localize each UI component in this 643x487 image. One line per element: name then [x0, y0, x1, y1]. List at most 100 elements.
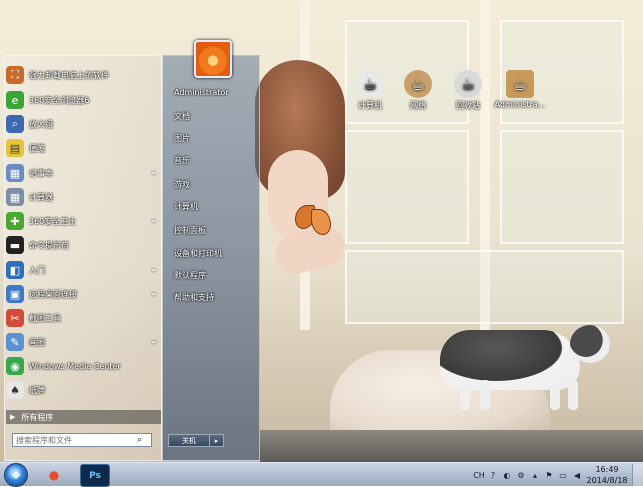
clock-time: 16:49 [595, 465, 619, 474]
shutdown-button[interactable]: 关机 [168, 434, 210, 447]
program-item[interactable]: e 360安全浏览器6 [6, 90, 156, 110]
window-pane [345, 250, 624, 324]
calculator-icon: ▦ [6, 188, 24, 206]
program-label: 截图工具 [29, 313, 61, 323]
network-icon: ☕ [404, 70, 432, 98]
chevron-up-icon[interactable]: ▴ [529, 471, 541, 480]
input-method-indicator[interactable]: CH [473, 471, 485, 480]
submenu-arrow-icon[interactable]: ▸ [152, 266, 156, 274]
taskbar-photoshop[interactable]: Ps [80, 464, 110, 487]
shutdown-control: 关机 ▸ [168, 434, 224, 447]
windows-logo-icon: ❖ [11, 468, 21, 482]
program-label: 记事本 [29, 168, 53, 178]
program-item[interactable]: ⌕ 放大镜 [6, 114, 156, 134]
desktop-icon-network[interactable]: ☕ 网络 [392, 70, 444, 111]
butterfly-icon [295, 205, 331, 237]
program-item[interactable]: ▦ 计算器 [6, 187, 156, 207]
taskbar-media-player[interactable]: ● [40, 464, 68, 485]
program-item[interactable]: ▤ 便笺 [6, 138, 156, 158]
media-center-icon: ◉ [6, 357, 24, 375]
folder-icon: ☕ [506, 70, 534, 98]
photoshop-icon: Ps [89, 470, 101, 481]
volume-icon[interactable]: ◀ [571, 471, 583, 480]
recycle-bin-icon: ☕ [454, 70, 482, 98]
user-name-link[interactable]: Administrator [174, 88, 229, 97]
search-icon[interactable]: ⌕ [137, 435, 142, 445]
program-item[interactable]: ✎ 画图 ▸ [6, 332, 156, 352]
system-tray: CH ? ◐ ⚙ ▴ ⚑ ▭ ◀ 16:49 2014/8/18 [472, 463, 643, 487]
program-label: 命令提示符 [29, 240, 69, 250]
network-icon[interactable]: ▭ [557, 471, 569, 480]
places-documents[interactable]: 文档 [174, 111, 190, 122]
program-label: 360安全卫士 [29, 216, 77, 226]
program-item[interactable]: ▦ 记事本 ▸ [6, 163, 156, 183]
magnifier-icon: ⌕ [6, 115, 24, 133]
places-default-programs[interactable]: 默认程序 [174, 270, 206, 281]
uninstall-icon: ⛶ [6, 66, 24, 84]
media-player-icon: ● [48, 467, 60, 482]
program-label: 画图 [29, 337, 45, 347]
places-music[interactable]: 音乐 [174, 155, 190, 166]
submenu-arrow-icon[interactable]: ▸ [152, 290, 156, 298]
clock-date: 2014/8/18 [586, 476, 628, 485]
program-label: 远程桌面连接 [29, 289, 77, 299]
settings-icon[interactable]: ⚙ [515, 471, 527, 480]
sticky-note-icon: ▤ [6, 139, 24, 157]
program-item[interactable]: ▣ 远程桌面连接 ▸ [6, 284, 156, 304]
places-games[interactable]: 游戏 [174, 179, 190, 190]
solitaire-icon: ♠ [6, 381, 24, 399]
desktop-icon-recycle-bin[interactable]: ☕ 回收站 [442, 70, 494, 111]
notepad-icon: ▦ [6, 164, 24, 182]
places-computer[interactable]: 计算机 [174, 201, 198, 212]
desktop-icon-computer[interactable]: ☕ 计算机 [344, 70, 396, 111]
program-item[interactable]: ◧ 入门 ▸ [6, 260, 156, 280]
triangle-right-icon: ▸ [214, 436, 219, 445]
program-item[interactable]: ✂ 截图工具 [6, 308, 156, 328]
places-control-panel[interactable]: 控制面板 [174, 225, 206, 236]
flag-icon[interactable]: ⚑ [543, 471, 555, 480]
snipping-tool-icon: ✂ [6, 309, 24, 327]
taskbar: ❖ ● Ps CH ? ◐ ⚙ ▴ ⚑ ▭ ◀ 16:49 2014/8/18 [0, 462, 643, 487]
all-programs-button[interactable]: ▶ 所有程序 [6, 410, 161, 424]
taskbar-clock[interactable]: 16:49 2014/8/18 [584, 464, 630, 486]
program-label: 入门 [29, 265, 45, 275]
cat-icon [440, 320, 620, 410]
start-button[interactable]: ❖ [4, 463, 28, 487]
program-label: 纸牌 [29, 385, 45, 395]
help-icon[interactable]: ? [487, 471, 499, 480]
remote-desktop-icon: ▣ [6, 285, 24, 303]
window-pane [500, 130, 624, 244]
triangle-right-icon: ▶ [10, 413, 16, 421]
start-search-box[interactable]: ⌕ [12, 433, 152, 447]
browser-360-icon: e [6, 91, 24, 109]
places-devices-printers[interactable]: 设备和打印机 [174, 248, 222, 259]
submenu-arrow-icon[interactable]: ▸ [152, 169, 156, 177]
computer-icon: ☕ [356, 70, 384, 98]
program-label: Windows Media Center [29, 361, 121, 371]
window-pane [345, 130, 469, 244]
program-item[interactable]: ⛶ 强力卸载电脑上的软件 [6, 65, 156, 85]
program-item[interactable]: ✚ 360安全卫士 ▸ [6, 211, 156, 231]
places-help-support[interactable]: 帮助和支持 [174, 292, 214, 303]
program-label: 放大镜 [29, 119, 53, 129]
tray-app-icon[interactable]: ◐ [501, 471, 513, 480]
places-pictures[interactable]: 图片 [174, 133, 190, 144]
program-item[interactable]: ♠ 纸牌 [6, 380, 156, 400]
program-label: 计算器 [29, 192, 53, 202]
paint-icon: ✎ [6, 333, 24, 351]
user-avatar[interactable] [194, 40, 232, 78]
submenu-arrow-icon[interactable]: ▸ [152, 338, 156, 346]
getting-started-icon: ◧ [6, 261, 24, 279]
command-prompt-icon: ▬ [6, 236, 24, 254]
program-label: 强力卸载电脑上的软件 [29, 70, 109, 80]
submenu-arrow-icon[interactable]: ▸ [152, 217, 156, 225]
program-label: 360安全浏览器6 [29, 95, 90, 105]
desktop-icon-user-folder[interactable]: ☕ Administra... [494, 70, 546, 109]
program-label: 便笺 [29, 143, 45, 153]
security-360-icon: ✚ [6, 212, 24, 230]
shutdown-options-button[interactable]: ▸ [210, 434, 224, 447]
show-desktop-button[interactable] [632, 464, 643, 486]
program-item[interactable]: ◉ Windows Media Center [6, 356, 156, 376]
program-item[interactable]: ▬ 命令提示符 [6, 235, 156, 255]
search-input[interactable] [13, 434, 137, 446]
